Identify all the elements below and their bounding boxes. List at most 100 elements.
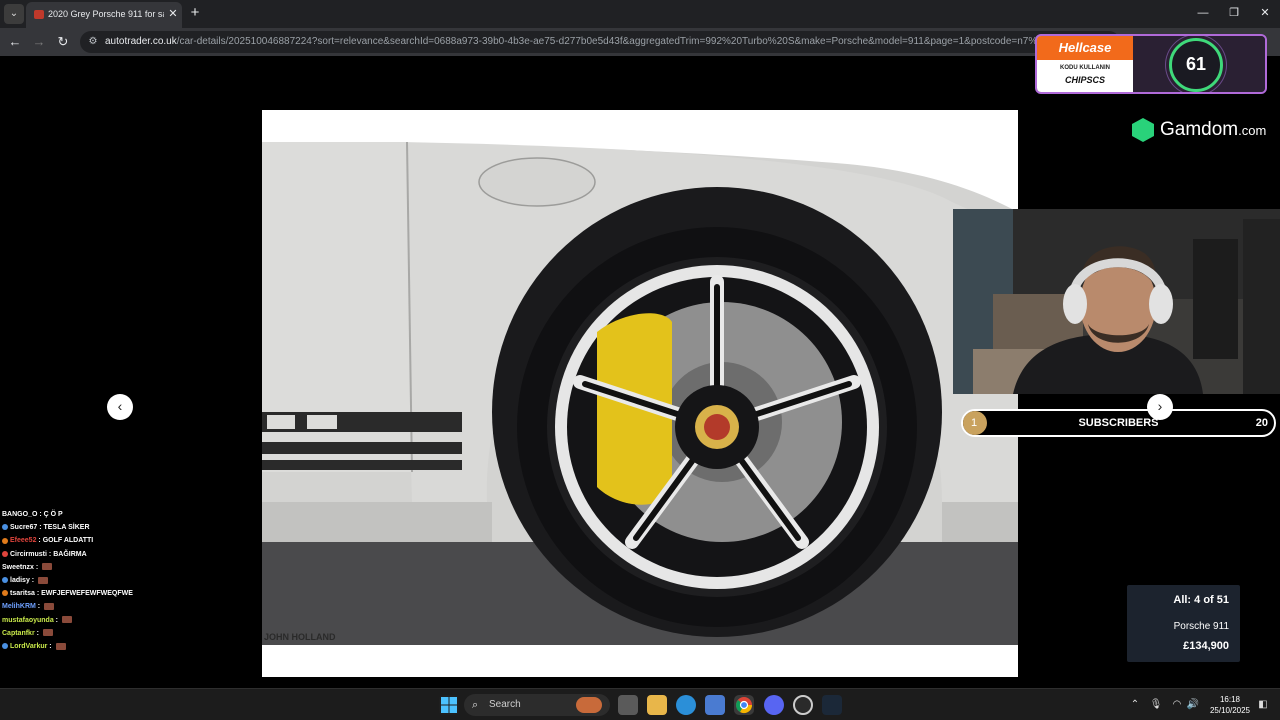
image-counter: All: 4 of 51 [1173, 594, 1229, 606]
back-arrow-icon[interactable]: ← [6, 33, 24, 51]
hellcase-counter-panel: 61 [1133, 36, 1265, 92]
hellcase-panel: Hellcase KODU KULLANIN CHIPSCS [1037, 36, 1133, 92]
new-tab-plus-icon[interactable]: + [186, 4, 204, 22]
restore-icon[interactable]: ❐ [1223, 4, 1245, 22]
address-bar[interactable]: ⚙ autotrader.co.uk/car-details/202510046… [80, 31, 1120, 53]
microsoft-store-icon[interactable] [705, 695, 725, 715]
chat-message: Sucre67 : TESLA SİKER [2, 521, 182, 534]
image-viewer: JOHN HOLLAND [262, 110, 1018, 677]
chat-badge-icon [2, 643, 8, 650]
tray-chevron-up-icon[interactable]: ⌃ [1128, 698, 1142, 712]
chat-username[interactable]: ladisy [10, 577, 30, 584]
chat-message: LordVarkur : [2, 640, 182, 653]
chat-separator: : [53, 616, 60, 624]
microphone-icon[interactable]: 🎙 [1149, 698, 1163, 712]
taskbar-search-placeholder: Search [489, 699, 521, 710]
subscriber-goal-bar: 1 SUBSCRIBERS 20 [961, 409, 1276, 437]
chat-message: BANGO_O : Ç Ö P [2, 508, 182, 521]
clock-date: 25/10/2025 [1209, 706, 1251, 715]
hellcase-code: CHIPSCS [1064, 75, 1105, 85]
chrome-icon[interactable] [734, 695, 754, 715]
listing-info-box: All: 4 of 51 Porsche 911 £134,900 [1127, 585, 1240, 662]
url-path: /car-details/202510046887224?sort=releva… [176, 36, 1099, 47]
gamdom-wordmark: Gamdom.com [1160, 119, 1266, 141]
chat-badge-icon [2, 537, 8, 544]
chat-separator: : [33, 563, 41, 571]
chat-username[interactable]: BANGO_O [2, 511, 37, 518]
chat-emote-icon [44, 602, 55, 610]
windows-taskbar: ⌕ Search ⌃ 🎙 ◠ 🔊 16:18 25/10/2025 ◧ [0, 688, 1280, 720]
hellcase-code-label: KODU KULLANIN [1060, 65, 1110, 71]
chat-username[interactable]: mustafaoyunda [2, 617, 54, 624]
gamdom-name: Gamdom [1160, 119, 1239, 140]
browser-tab-active[interactable]: 2020 Grey Porsche 911 for sale ✕ [26, 2, 182, 28]
chat-badge-icon [2, 590, 8, 597]
close-tab-icon[interactable]: ✕ [166, 7, 180, 21]
chat-emote-icon [42, 563, 53, 571]
hellcase-sponsor-overlay: Hellcase KODU KULLANIN CHIPSCS 61 [1035, 34, 1267, 94]
site-info-icon[interactable]: ⚙ [86, 35, 100, 49]
tab-search-chevron-icon[interactable]: ⌄ [4, 4, 24, 24]
chat-message: Sweetnzx : [2, 561, 182, 574]
stream-chat: BANGO_O : Ç Ö P Sucre67 : TESLA SİKER Efee… [2, 508, 182, 653]
chat-username[interactable]: MelihKRM [2, 603, 36, 610]
chat-text: BAĞIRMA [53, 550, 87, 558]
hellcase-counter-number: 61 [1185, 54, 1207, 74]
screen: ⌄ 2020 Grey Porsche 911 for sale ✕ + — ❐… [0, 0, 1280, 720]
taskbar-search-box[interactable]: ⌕ Search [464, 694, 610, 716]
tab-title: 2020 Grey Porsche 911 for sale [48, 9, 164, 19]
chat-message: tsaritsa : EWFJEFWEFEWFWEQFWE [2, 587, 182, 600]
system-clock[interactable]: 16:18 25/10/2025 [1200, 694, 1260, 716]
chat-badge-icon [2, 577, 8, 584]
edge-browser-icon[interactable] [676, 695, 696, 715]
chat-username[interactable]: tsaritsa [10, 590, 35, 597]
task-view-icon[interactable] [618, 695, 638, 715]
search-icon: ⌕ [472, 699, 479, 711]
chat-text: EWFJEFWEFEWFWEQFWE [41, 590, 133, 598]
volume-icon[interactable]: 🔊 [1186, 698, 1200, 712]
listing-price: £134,900 [1183, 640, 1229, 652]
browser-tab-bar: ⌄ 2020 Grey Porsche 911 for sale ✕ + — ❐… [0, 0, 1280, 28]
minimize-icon[interactable]: — [1192, 4, 1214, 22]
chat-emote-icon [61, 616, 72, 624]
chat-emote-icon [42, 629, 53, 637]
car-photo: JOHN HOLLAND [262, 142, 1018, 645]
chat-emote-icon [38, 576, 49, 584]
windows-start-icon[interactable] [439, 695, 459, 715]
url-host: autotrader.co.uk [105, 36, 177, 47]
chat-username[interactable]: Captanfkr [2, 630, 35, 637]
chat-username[interactable]: Efeee52 [10, 537, 36, 544]
chat-message: ladisy : [2, 574, 182, 587]
chat-text: GOLF ALDATTI [42, 537, 94, 545]
wifi-icon[interactable]: ◠ [1170, 698, 1184, 712]
steam-icon[interactable] [822, 695, 842, 715]
next-image-button[interactable]: › [1147, 394, 1173, 420]
clock-time: 16:18 [1219, 695, 1241, 704]
chat-username[interactable]: Sucre67 [10, 524, 37, 531]
discord-icon[interactable] [764, 695, 784, 715]
chat-badge-icon [2, 550, 8, 557]
close-window-icon[interactable]: ✕ [1254, 4, 1276, 22]
forward-arrow-icon[interactable]: → [30, 33, 48, 51]
chat-username[interactable]: LordVarkur [10, 643, 47, 650]
chat-separator: : [34, 629, 41, 637]
chat-username[interactable]: Sweetnzx [2, 564, 34, 571]
reload-icon[interactable]: ↻ [54, 33, 72, 51]
hellcase-logo: Hellcase [1037, 36, 1133, 60]
chat-badge-icon [2, 524, 8, 531]
obs-icon[interactable] [793, 695, 813, 715]
chat-separator: : [47, 642, 54, 650]
subscriber-label: SUBSCRIBERS [1078, 417, 1159, 429]
chat-username[interactable]: Circirmusti [10, 551, 47, 558]
file-explorer-icon[interactable] [647, 695, 667, 715]
notifications-icon[interactable]: ◧ [1256, 698, 1270, 712]
previous-image-button[interactable]: ‹ [107, 394, 133, 420]
gamdom-hexagon-icon [1132, 118, 1154, 142]
gamdom-logo: Gamdom.com [1132, 116, 1272, 144]
chat-message: Captanfkr : [2, 627, 182, 640]
photo-watermark: JOHN HOLLAND [264, 632, 336, 642]
chat-separator: : [35, 603, 43, 611]
chat-message: Circirmusti : BAĞIRMA [2, 548, 182, 561]
url-text[interactable]: autotrader.co.uk/car-details/20251004688… [105, 36, 1115, 47]
autotrader-favicon-icon [34, 10, 44, 19]
